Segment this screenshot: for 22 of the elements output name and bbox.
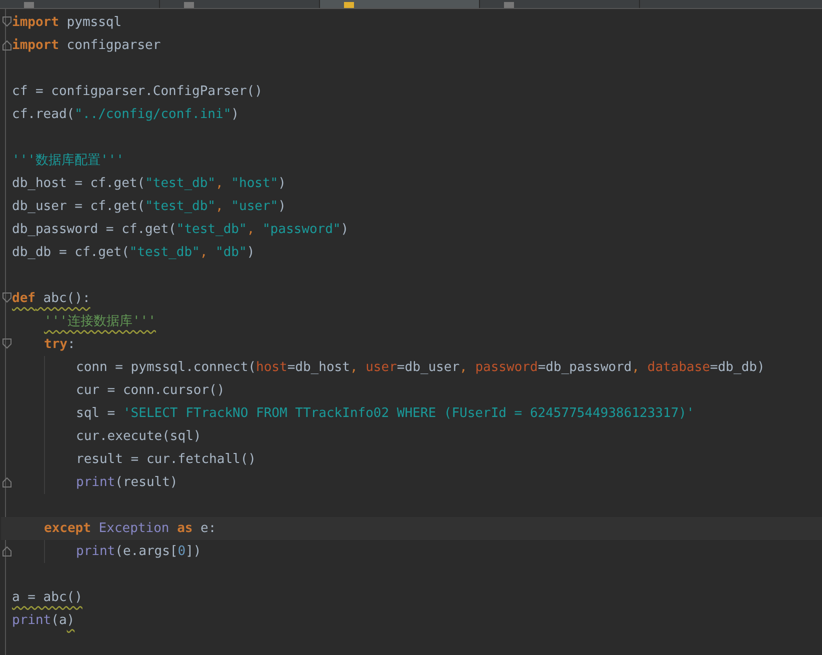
code-line: db_password = cf.get("test_db", "password") — [12, 222, 349, 237]
code-line: a = abc() — [12, 590, 82, 605]
code-line: db_user = cf.get("test_db", "user") — [12, 199, 286, 214]
code-line: try: — [43, 337, 76, 352]
fold-marker-icon[interactable] — [2, 338, 12, 350]
code-line: def abc(): — [12, 291, 90, 306]
fold-marker-icon[interactable] — [2, 16, 12, 28]
code-line: '''连接数据库''' — [43, 314, 156, 329]
code-line: cf = configparser.ConfigParser() — [12, 84, 262, 99]
code-line: except Exception as e: — [43, 521, 216, 536]
fold-marker-icon[interactable] — [2, 292, 12, 304]
code-line: cf.read("../config/conf.ini") — [12, 107, 239, 122]
fold-marker-icon[interactable] — [2, 545, 12, 557]
fold-marker-icon[interactable] — [2, 476, 12, 488]
editor-tab[interactable] — [320, 0, 480, 8]
code-line: '''数据库配置''' — [12, 153, 124, 168]
code-line: db_host = cf.get("test_db", "host") — [12, 176, 286, 191]
code-line: print(a) — [12, 613, 75, 628]
code-line: db_db = cf.get("test_db", "db") — [12, 245, 255, 260]
code-line: import pymssql — [12, 15, 122, 30]
code-line: import configparser — [12, 38, 161, 53]
fold-marker-icon[interactable] — [2, 39, 12, 51]
